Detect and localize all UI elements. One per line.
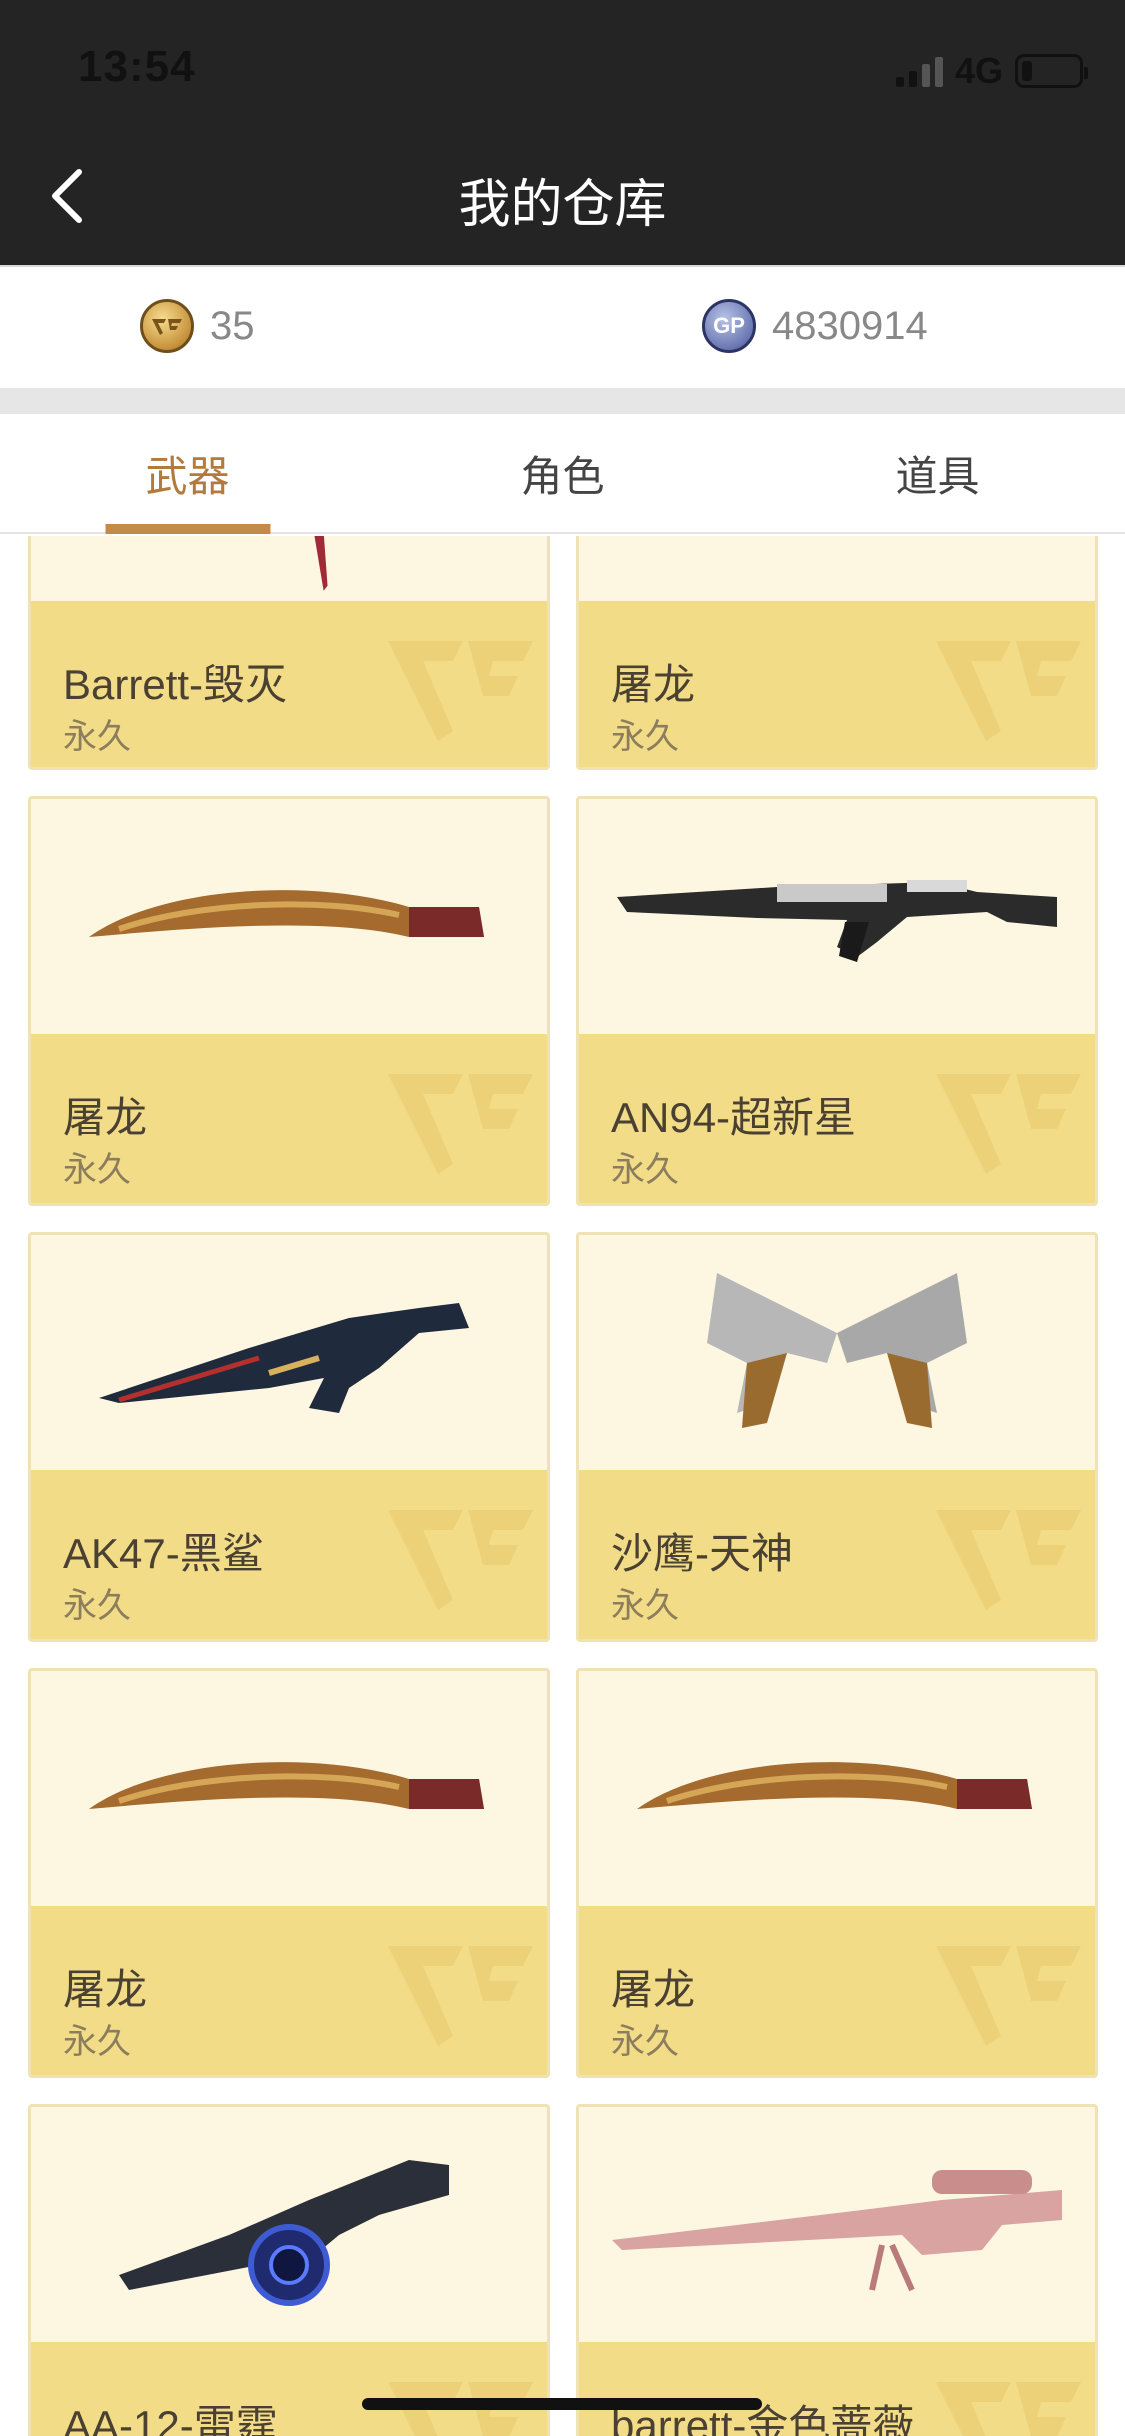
- item-image: [31, 2107, 547, 2342]
- tab-props[interactable]: 道具: [750, 414, 1125, 532]
- item-card[interactable]: AA-12-雷霆: [28, 2104, 550, 2436]
- ak47-rifle-icon: [99, 1302, 469, 1413]
- item-card[interactable]: 屠龙 永久: [28, 796, 550, 1206]
- item-image: [31, 536, 547, 601]
- network-label: 4G: [954, 50, 1003, 91]
- cf-watermark-icon: [388, 1946, 533, 2046]
- assault-rifle-icon: [617, 879, 1057, 962]
- item-name: 屠龙: [611, 661, 696, 708]
- item-duration: 永久: [63, 1587, 131, 1625]
- item-image: [31, 799, 547, 1034]
- home-indicator[interactable]: [362, 2398, 762, 2410]
- cf-coin-icon: [140, 299, 194, 353]
- item-card[interactable]: AK47-黑鲨 永久: [28, 1232, 550, 1642]
- item-image: [579, 799, 1095, 1034]
- item-duration: 永久: [63, 2023, 131, 2061]
- item-duration: 永久: [611, 1151, 679, 1189]
- cf-watermark-icon: [388, 1074, 533, 1174]
- tab-weapons[interactable]: 武器: [0, 414, 375, 532]
- item-card[interactable]: 屠龙 永久: [576, 1668, 1098, 2078]
- cf-watermark-icon: [388, 641, 533, 741]
- gp-coin-icon: GP: [702, 299, 756, 353]
- item-name: Barrett-毁灭: [63, 661, 288, 708]
- kukri-knife-icon: [89, 889, 484, 937]
- item-image: [579, 1671, 1095, 1906]
- tab-characters[interactable]: 角色: [375, 414, 750, 532]
- item-name: AK47-黑鲨: [63, 1530, 264, 1577]
- item-duration: 永久: [63, 718, 131, 756]
- item-image: [579, 1235, 1095, 1470]
- item-card[interactable]: Barrett-毁灭 永久: [28, 536, 550, 770]
- item-image: [579, 2107, 1095, 2342]
- item-name: 沙鹰-天神: [611, 1530, 793, 1577]
- page-title: 我的仓库: [458, 176, 667, 234]
- item-duration: 永久: [611, 2023, 679, 2061]
- item-name: AA-12-雷霆: [63, 2402, 278, 2436]
- cf-watermark-icon: [936, 1510, 1081, 1610]
- cf-watermark-icon: [388, 1510, 533, 1610]
- item-card[interactable]: AN94-超新星 永久: [576, 796, 1098, 1206]
- item-card[interactable]: barrett-金色蔷薇: [576, 2104, 1098, 2436]
- item-name: 屠龙: [611, 1966, 696, 2013]
- dual-pistols-icon: [707, 1272, 967, 1428]
- item-image: [31, 1235, 547, 1470]
- gp-value: 4830914: [772, 303, 928, 348]
- kukri-knife-icon: [89, 1761, 484, 1809]
- item-duration: 永久: [63, 1151, 131, 1189]
- cf-watermark-icon: [936, 1074, 1081, 1174]
- item-card[interactable]: 沙鹰-天神 永久: [576, 1232, 1098, 1642]
- item-card[interactable]: 屠龙 永久: [576, 536, 1098, 770]
- cf-watermark-icon: [936, 641, 1081, 741]
- item-name: AN94-超新星: [611, 1094, 857, 1141]
- item-card[interactable]: 屠龙 永久: [28, 1668, 550, 2078]
- item-name: 屠龙: [63, 1094, 148, 1141]
- gp-balance: GP 4830914: [702, 299, 928, 353]
- status-time: 13:54: [78, 42, 196, 91]
- cf-watermark-icon: [936, 2382, 1081, 2436]
- status-indicators: 4G: [895, 50, 1088, 92]
- cf-coin-value: 35: [210, 303, 255, 348]
- signal-icon: [895, 55, 943, 87]
- item-duration: 永久: [611, 1587, 679, 1625]
- knife-tip-icon: [314, 536, 328, 591]
- item-name: 屠龙: [63, 1966, 148, 2013]
- top-bar: 13:54 4G 我的仓库: [0, 0, 1125, 265]
- kukri-knife-icon: [637, 1761, 1032, 1809]
- category-tabs: 武器 角色 道具: [0, 414, 1125, 534]
- item-image: [579, 536, 1095, 601]
- cf-watermark-icon: [936, 1946, 1081, 2046]
- cf-coin-balance: 35: [140, 299, 255, 353]
- drum-shotgun-icon: [119, 2159, 449, 2306]
- item-duration: 永久: [611, 718, 679, 756]
- sniper-rifle-icon: [612, 2169, 1062, 2291]
- divider: [0, 388, 1125, 414]
- item-grid-scroll[interactable]: Barrett-毁灭 永久 屠龙 永久 屠龙 永久 AN94-超新星 永久 AK…: [0, 536, 1125, 2436]
- currency-bar: 35 GP 4830914: [0, 265, 1125, 388]
- item-image: [31, 1671, 547, 1906]
- battery-icon: [1015, 54, 1088, 88]
